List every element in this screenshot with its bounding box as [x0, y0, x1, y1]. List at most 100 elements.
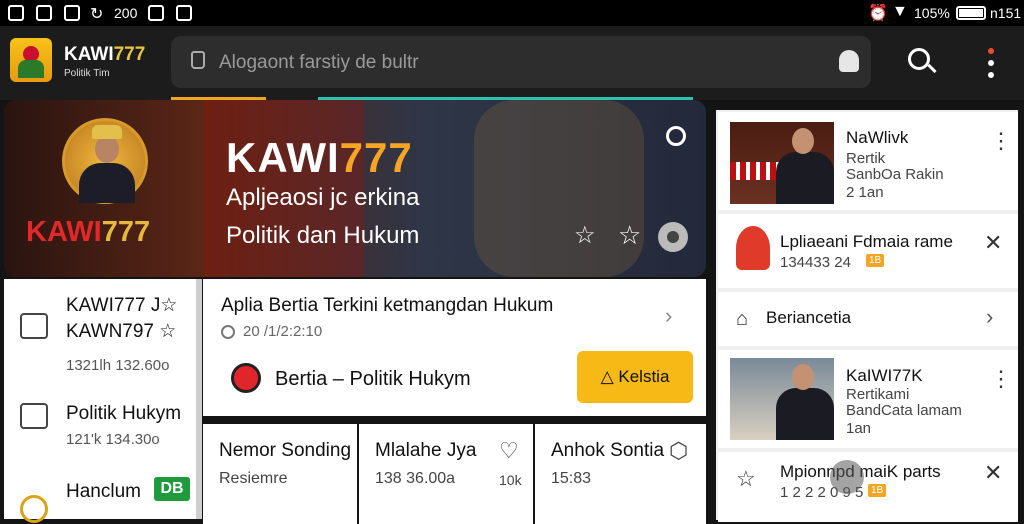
app-subtitle: Politik Tim — [64, 68, 110, 79]
scroll-fab-icon[interactable] — [830, 460, 864, 494]
sync-icon: ↻ — [90, 6, 104, 23]
party-emblem-icon — [231, 363, 261, 393]
star-icon[interactable]: ☆ — [618, 222, 641, 248]
featured-category: Bertia – Politik Hukym — [275, 368, 471, 391]
right-feed: NaWlivk Rertik SanbOa Rakin 2 1an ⋮ Lpli… — [716, 110, 1018, 522]
feed-thumbnail — [730, 358, 834, 440]
chevron-right-icon[interactable]: › — [665, 303, 672, 329]
hero-title-number: 777 — [339, 134, 413, 181]
list-item-title[interactable]: Hanclum — [66, 481, 141, 503]
grid-card[interactable]: Anhok Sontia 15:83 ⬡ — [535, 424, 706, 524]
feed-item[interactable]: KaIWI77K Rertikami BandCata lamam 1an ⋮ — [718, 350, 1018, 448]
feed-subtitle: SanbOa Rakin — [846, 166, 944, 183]
list-item-title[interactable]: Politik Hukym — [66, 403, 181, 425]
more-options-icon[interactable]: ⋮ — [990, 130, 1012, 152]
feed-title: KaIWI77K — [846, 366, 923, 385]
feed-thumbnail — [730, 122, 834, 204]
close-icon[interactable]: ✕ — [984, 230, 1002, 256]
book-icon — [20, 403, 48, 429]
battery-percent: 105% — [914, 5, 950, 21]
category-separator: – — [327, 368, 350, 390]
shield-icon[interactable]: ⬡ — [669, 438, 688, 464]
grid-card-title: Anhok Sontia — [551, 440, 665, 461]
feed-subtitle: Rertik — [846, 150, 886, 167]
read-button[interactable]: △ Kelstia — [577, 351, 693, 403]
clock-icon — [221, 325, 235, 339]
app-logo[interactable] — [10, 38, 52, 82]
grid-card-title: Mlalahe Jya — [375, 440, 477, 461]
status-bar: ↻ 200 ⏰ ▼ 105% n151 — [0, 0, 1024, 26]
more-options-icon[interactable]: ⋮ — [990, 368, 1012, 390]
list-item-meta: 121'k 134.30o — [66, 431, 160, 448]
shield-icon[interactable]: ♡ — [499, 438, 519, 464]
lock-icon — [191, 51, 205, 69]
search-bar[interactable]: Alogaont farstiy de bultr — [171, 36, 871, 88]
feed-age: 2 1an — [846, 184, 884, 201]
hero-search-icon[interactable] — [666, 126, 686, 146]
chart-icon: ⌂ — [736, 308, 749, 330]
mic-icon[interactable] — [839, 50, 859, 72]
category-name: Bertia — [275, 368, 328, 390]
grid-card-meta: Resiemre — [219, 470, 288, 487]
wifi-icon: ▼ — [892, 3, 908, 20]
notification-icon — [8, 5, 24, 21]
news-icon — [20, 313, 48, 339]
hero-logo-number: 777 — [101, 216, 151, 248]
feed-subtitle: 134433 24 — [780, 254, 851, 271]
hero-line-2: Politik dan Hukum — [226, 222, 420, 249]
feed-title: NaWlivk — [846, 128, 909, 147]
image-icon — [36, 5, 52, 21]
category-topic: Politik Hukym — [349, 368, 471, 390]
chevron-right-icon[interactable]: › — [986, 304, 993, 330]
feed-item[interactable]: Lpliaeani Fdmaia rame 134433 24 1B ✕ — [718, 214, 1018, 288]
grid-card[interactable]: Mlalahe Jya 138 36.00a ♡ 10k — [359, 424, 533, 524]
feed-item[interactable]: ⌂ Beriancetia › — [718, 292, 1018, 346]
close-icon[interactable]: ✕ — [984, 460, 1002, 486]
featured-card[interactable]: Aplia Bertia Terkini ketmangdan Hukum 20… — [203, 279, 706, 416]
grid-card-title: Nemor Sonding — [219, 440, 352, 461]
status-clock: n151 — [990, 5, 1022, 21]
search-icon[interactable] — [908, 48, 937, 74]
grid-card-meta: 15:83 — [551, 470, 592, 487]
grid-card-meta: 138 36.00a — [375, 470, 456, 487]
message-icon — [148, 5, 164, 21]
list-item-title[interactable]: KAWI777 J☆ KAWN797 ☆ — [66, 293, 177, 345]
feed-age: 1an — [846, 420, 872, 437]
feed-subtitle: Rertikami — [846, 386, 910, 403]
star-icon[interactable]: ☆ — [736, 466, 756, 492]
feed-title: Beriancetia — [766, 308, 852, 327]
app-bar: KAWI777 Politik Tim Alogaont farstiy de … — [0, 26, 1024, 100]
db-badge: DB — [154, 477, 190, 501]
feed-title: Lpliaeani Fdmaia rame — [780, 232, 953, 251]
app-name-number: 777 — [113, 44, 146, 65]
hero-logo-part: KAWI — [26, 216, 102, 248]
status-time: 200 — [114, 5, 138, 21]
list-item-meta: 1321lh 132.60o — [66, 357, 170, 374]
featured-date: 20 /1/2:2:10 — [243, 323, 323, 340]
star-outline-icon[interactable]: ☆ — [574, 224, 596, 248]
featured-headline[interactable]: Aplia Bertia Terkini ketmangdan Hukum — [221, 295, 553, 317]
hero-portrait — [62, 118, 148, 204]
feed-item[interactable]: NaWlivk Rertik SanbOa Rakin 2 1an ⋮ — [718, 112, 1018, 210]
feed-tag: 1B — [866, 254, 885, 267]
search-placeholder: Alogaont farstiy de bultr — [219, 52, 419, 73]
gallery-icon — [176, 5, 192, 21]
hero-title: KAWI777 — [226, 134, 413, 182]
hero-title-part: KAWI — [226, 134, 340, 181]
hero-banner[interactable]: KAWI777 KAWI777 Apljeaosi jc erkina Poli… — [4, 100, 706, 277]
feed-tag: 1B — [868, 484, 887, 497]
app-name-part: KAWI — [64, 44, 114, 65]
feed-subtitle: BandCata lamam — [846, 402, 962, 419]
medal-icon — [20, 495, 48, 523]
hero-logo: KAWI777 — [26, 216, 150, 249]
app-name: KAWI777 — [64, 44, 145, 66]
left-list: KAWI777 J☆ KAWN797 ☆ 1321lh 132.60o Poli… — [4, 279, 202, 523]
alarm-icon: ⏰ — [868, 5, 888, 22]
grid-card-count: 10k — [499, 472, 522, 488]
coin-icon[interactable] — [658, 222, 688, 252]
emblem-icon — [736, 226, 770, 270]
hero-line-1: Apljeaosi jc erkina — [226, 184, 420, 211]
more-menu-icon[interactable] — [988, 48, 994, 78]
grid-card[interactable]: Nemor Sonding Resiemre — [203, 424, 357, 524]
battery-icon — [956, 6, 986, 20]
